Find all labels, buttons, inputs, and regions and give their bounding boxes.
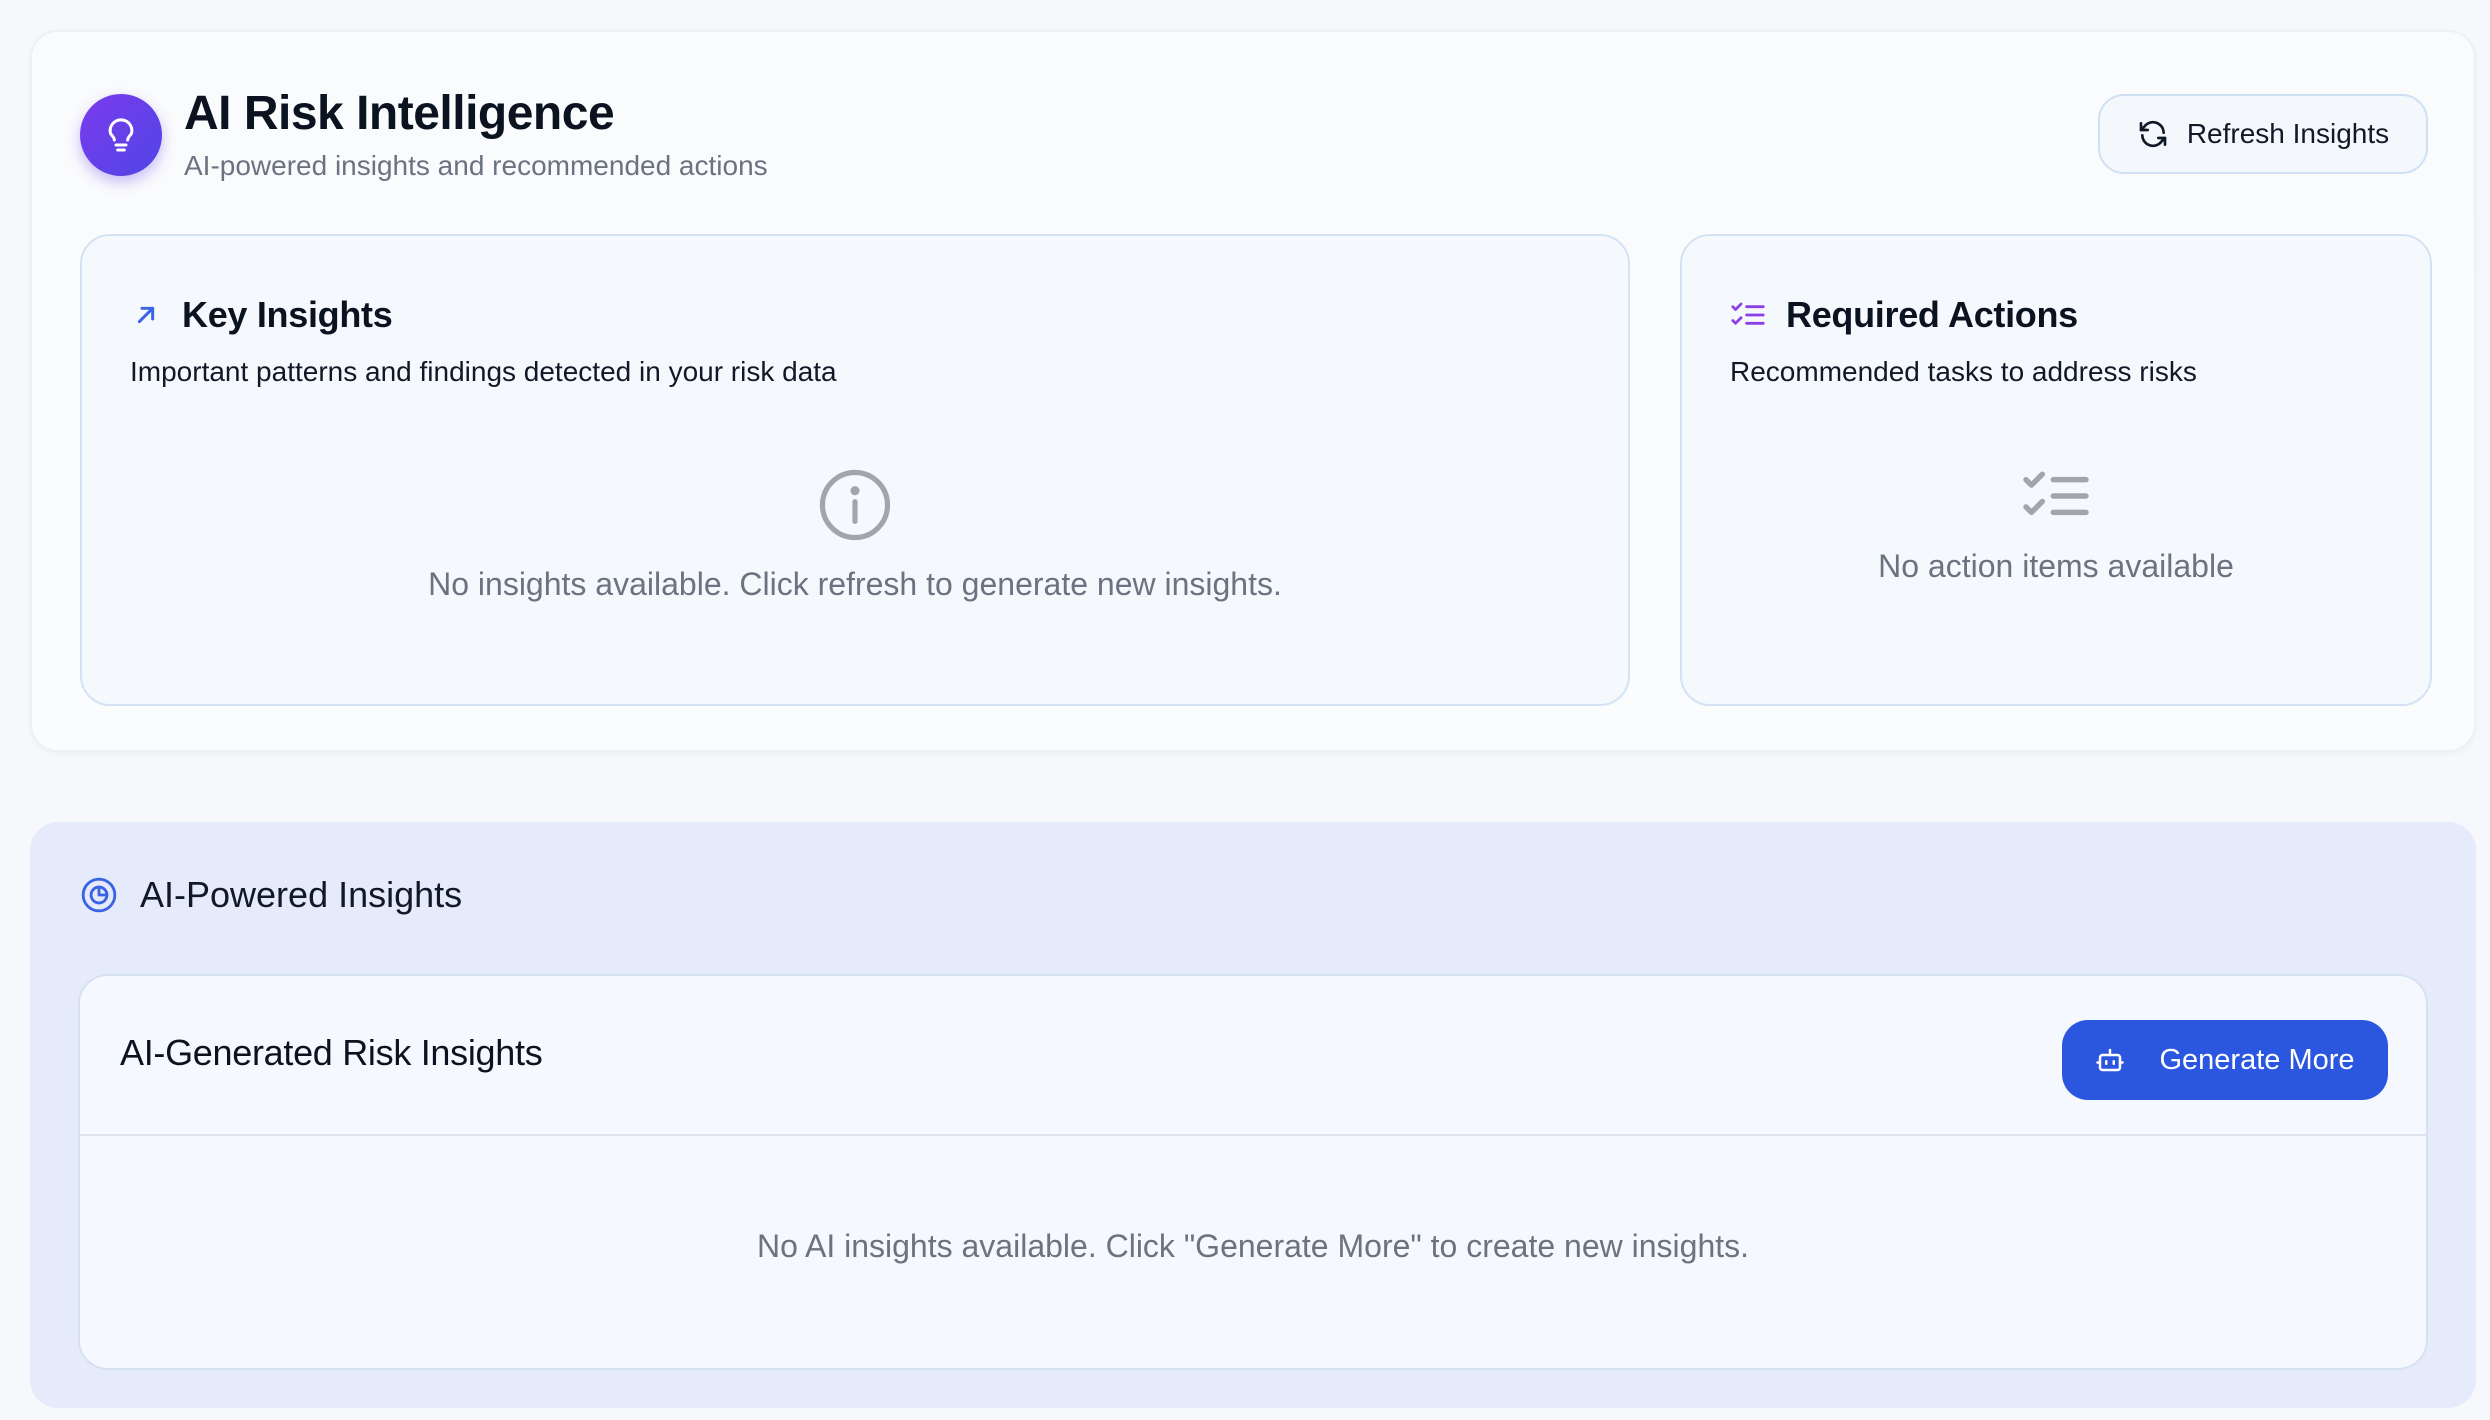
checklist-empty-icon — [2023, 471, 2089, 516]
ai-generated-insights-title: AI-Generated Risk Insights — [120, 1032, 543, 1073]
required-actions-description: Recommended tasks to address risks — [1730, 356, 2197, 387]
ai-powered-insights-section: AI-Powered Insights AI-Generated Risk In… — [30, 822, 2476, 1408]
key-insights-title: Key Insights — [182, 294, 393, 335]
pie-chart-icon — [81, 877, 117, 913]
trend-arrow-icon — [137, 306, 155, 324]
checklist-icon — [1731, 302, 1765, 325]
required-actions-card: Required Actions Recommended tasks to ad… — [1680, 234, 2432, 706]
required-actions-title: Required Actions — [1786, 294, 2078, 335]
info-icon — [819, 469, 891, 541]
page-subtitle: AI-powered insights and recommended acti… — [184, 150, 768, 181]
refresh-insights-button[interactable]: Refresh Insights — [2098, 94, 2428, 174]
robot-icon — [2096, 1048, 2125, 1072]
page-title: AI Risk Intelligence — [184, 87, 615, 140]
ai-risk-intelligence-panel: AI Risk Intelligence AI-powered insights… — [30, 30, 2476, 752]
section-title: AI-Powered Insights — [140, 874, 463, 915]
refresh-icon — [2139, 120, 2167, 148]
refresh-insights-label: Refresh Insights — [2186, 118, 2390, 149]
key-insights-empty-text: No insights available. Click refresh to … — [428, 566, 1282, 602]
key-insights-description: Important patterns and findings detected… — [130, 356, 837, 387]
ai-generated-insights-card: AI-Generated Risk Insights Generate More… — [78, 974, 2428, 1370]
required-actions-empty-text: No action items available — [1878, 548, 2234, 584]
key-insights-card: Key Insights Important patterns and find… — [80, 234, 1630, 706]
generate-more-button[interactable]: Generate More — [2062, 1020, 2388, 1100]
generate-more-label: Generate More — [2159, 1043, 2355, 1076]
ai-insights-empty-text: No AI insights available. Click "Generat… — [756, 1228, 1750, 1264]
lightbulb-icon — [80, 94, 162, 176]
